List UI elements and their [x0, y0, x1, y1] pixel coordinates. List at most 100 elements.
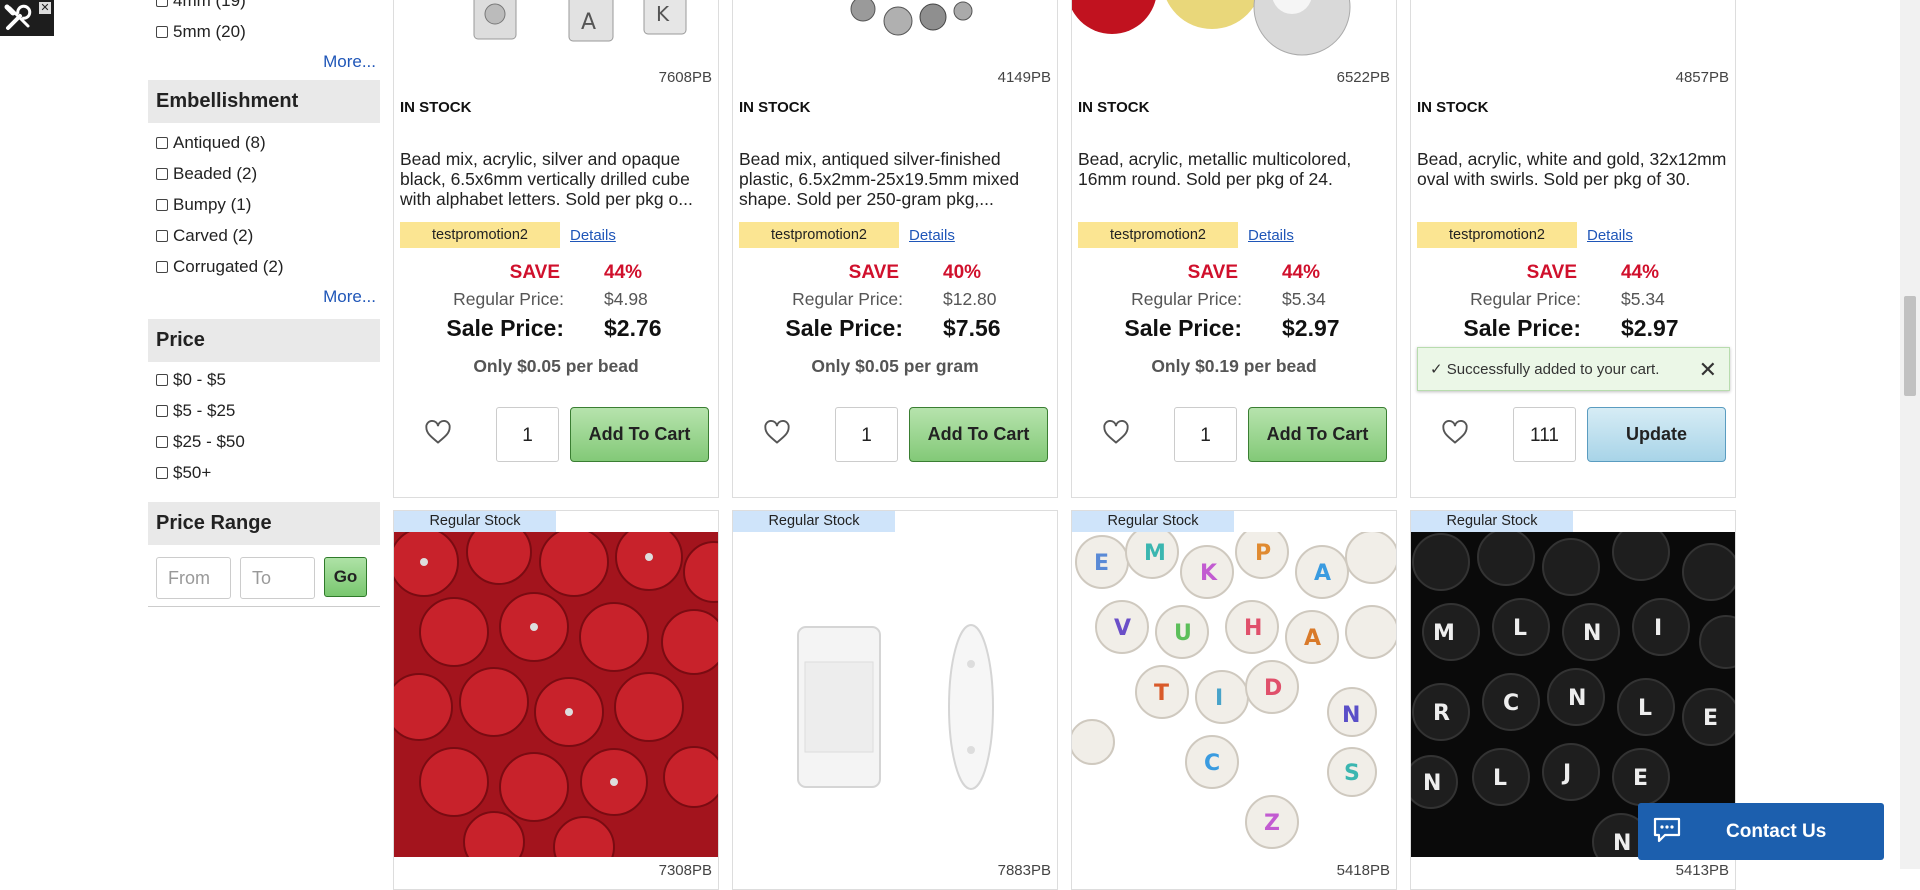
filter-option[interactable]: Corrugated (2): [148, 251, 380, 282]
filter-option[interactable]: $50+: [148, 457, 380, 488]
svg-text:C: C: [1204, 751, 1220, 776]
filter-option[interactable]: Bumpy (1): [148, 189, 380, 220]
filter-label: $50+: [173, 462, 212, 482]
checkbox[interactable]: [156, 260, 168, 273]
details-link[interactable]: Details: [1248, 227, 1294, 244]
checkbox[interactable]: [156, 466, 168, 479]
sale-price: $7.56: [943, 315, 1001, 341]
filter-label: 4mm (19): [173, 0, 246, 10]
filter-option[interactable]: $5 - $25: [148, 395, 380, 426]
divider: [148, 606, 380, 607]
product-image[interactable]: [733, 0, 1057, 59]
go-button[interactable]: Go: [324, 557, 367, 597]
svg-text:J: J: [1561, 761, 1571, 786]
product-description[interactable]: Bead, acrylic, white and gold, 32x12mm o…: [1417, 149, 1729, 209]
details-link[interactable]: Details: [1587, 227, 1633, 244]
close-icon[interactable]: ✕: [39, 2, 51, 14]
regular-price: $12.80: [943, 289, 997, 309]
product-card: 4149PB IN STOCK Bead mix, antiqued silve…: [732, 0, 1058, 498]
heart-icon[interactable]: [1102, 419, 1130, 445]
checkbox[interactable]: [156, 25, 168, 38]
svg-text:A: A: [1304, 626, 1321, 651]
unit-price: Only $0.05 per gram: [811, 356, 979, 376]
heart-icon[interactable]: [424, 419, 452, 445]
svg-text:T: T: [1154, 681, 1169, 706]
svg-text:N: N: [1423, 771, 1441, 796]
update-cart-button[interactable]: Update: [1587, 407, 1726, 462]
price-to-input[interactable]: To: [240, 557, 315, 599]
save-label: SAVE: [848, 262, 899, 283]
filter-option[interactable]: $25 - $50: [148, 426, 380, 457]
product-description[interactable]: Bead mix, acrylic, silver and opaque bla…: [400, 149, 712, 209]
product-image[interactable]: [733, 532, 1057, 857]
contact-us-button[interactable]: Contact Us: [1638, 803, 1884, 860]
regular-price: $5.34: [1282, 289, 1326, 309]
add-to-cart-button[interactable]: Add To Cart: [1248, 407, 1387, 462]
product-image[interactable]: [394, 532, 718, 857]
filter-option[interactable]: $0 - $5: [148, 364, 380, 395]
checkbox[interactable]: [156, 167, 168, 180]
svg-text:S: S: [1344, 761, 1360, 786]
product-description[interactable]: Bead mix, antiqued silver-finished plast…: [739, 149, 1051, 209]
save-label: SAVE: [1526, 262, 1577, 283]
regular-price-label: Regular Price:: [1470, 289, 1581, 309]
product-photo: E M K P A V U H A T I D N C S Z: [1072, 532, 1396, 857]
sale-price-label: Sale Price:: [1463, 315, 1581, 341]
stock-status: IN STOCK: [1417, 99, 1489, 116]
product-sku: 4857PB: [1675, 69, 1729, 86]
product-description[interactable]: Bead, acrylic, metallic multicolored, 16…: [1078, 149, 1390, 209]
filter-option[interactable]: Antiqued (8): [148, 127, 380, 158]
quantity-input[interactable]: 1: [1174, 407, 1237, 462]
filter-option[interactable]: 5mm (20): [148, 16, 380, 47]
heart-icon[interactable]: [1441, 419, 1469, 445]
sale-price-label: Sale Price:: [1124, 315, 1242, 341]
dev-tools-badge[interactable]: ✕: [0, 0, 54, 36]
product-image[interactable]: E M K P A V U H A T I D N C S Z: [1072, 532, 1396, 857]
quantity-input[interactable]: 111: [1513, 407, 1576, 462]
product-sku: 6522PB: [1336, 69, 1390, 86]
unit-price: Only $0.05 per bead: [473, 356, 639, 376]
save-percent: 44%: [1621, 262, 1660, 283]
checkbox[interactable]: [156, 136, 168, 149]
checkbox[interactable]: [156, 435, 168, 448]
quantity-input[interactable]: 1: [496, 407, 559, 462]
cart-success-toast: ✓ Successfully added to your cart. ✕: [1417, 347, 1730, 391]
filter-option[interactable]: Carved (2): [148, 220, 380, 251]
add-to-cart-button[interactable]: Add To Cart: [909, 407, 1048, 462]
checkbox[interactable]: [156, 373, 168, 386]
svg-text:I: I: [1654, 616, 1662, 641]
checkbox[interactable]: [156, 404, 168, 417]
more-link[interactable]: More...: [148, 47, 380, 77]
checkbox[interactable]: [156, 0, 168, 7]
svg-text:E: E: [1094, 551, 1109, 576]
product-image[interactable]: [1411, 0, 1735, 59]
scrollbar-thumb[interactable]: [1904, 296, 1916, 396]
svg-text:K: K: [1200, 561, 1218, 586]
price-from-input[interactable]: From: [156, 557, 231, 599]
svg-text:R: R: [1433, 701, 1450, 726]
toast-message: Successfully added to your cart.: [1446, 361, 1660, 378]
details-link[interactable]: Details: [570, 227, 616, 244]
product-image[interactable]: A K: [394, 0, 718, 59]
page-scrollbar[interactable]: [1900, 0, 1920, 869]
add-to-cart-button[interactable]: Add To Cart: [570, 407, 709, 462]
filter-option[interactable]: Beaded (2): [148, 158, 380, 189]
product-card: 6522PB IN STOCK Bead, acrylic, metallic …: [1071, 0, 1397, 498]
svg-text:I: I: [1215, 686, 1223, 711]
details-link[interactable]: Details: [909, 227, 955, 244]
quantity-input[interactable]: 1: [835, 407, 898, 462]
svg-text:N: N: [1342, 703, 1360, 728]
checkbox[interactable]: [156, 229, 168, 242]
filter-label: Beaded (2): [173, 163, 258, 183]
filter-option[interactable]: 4mm (19): [148, 0, 380, 16]
filter-label: Antiqued (8): [173, 132, 266, 152]
heart-icon[interactable]: [763, 419, 791, 445]
filter-label: Bumpy (1): [173, 194, 252, 214]
unit-price: Only $0.19 per bead: [1151, 356, 1317, 376]
product-sku: 5413PB: [1675, 862, 1729, 879]
more-link[interactable]: More...: [148, 282, 380, 312]
regular-price-label: Regular Price:: [453, 289, 564, 309]
product-image[interactable]: [1072, 0, 1396, 59]
close-icon[interactable]: ✕: [1699, 348, 1717, 392]
checkbox[interactable]: [156, 198, 168, 211]
